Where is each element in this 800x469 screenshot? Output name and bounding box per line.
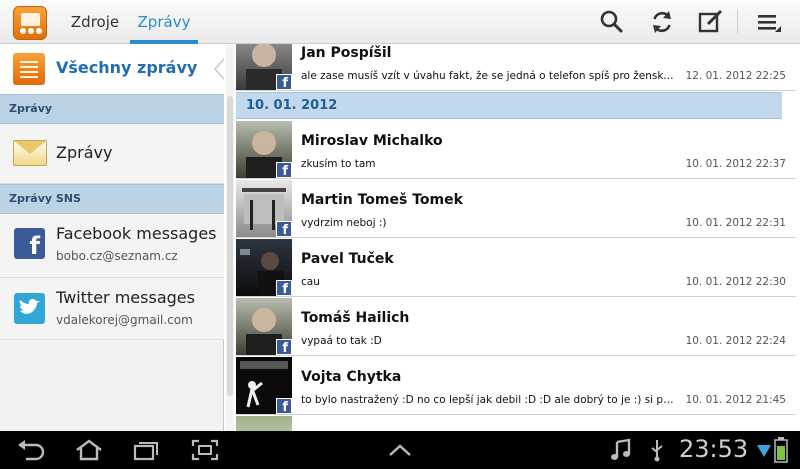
section-header-zpravy: Zprávy: [0, 94, 224, 124]
sidebar: Všechny zprávy Zprávy Zprávy Zprávy SNS …: [0, 44, 225, 431]
avatar: f: [236, 298, 292, 355]
recent-apps-icon[interactable]: [132, 438, 162, 466]
sidebar-item-twitter-account: vdalekorej@gmail.com: [56, 313, 193, 327]
facebook-badge-icon: f: [276, 398, 292, 414]
system-bar: 23:53: [0, 431, 800, 469]
message-list-icon: [13, 53, 45, 85]
message-preview: ale zase musíš vzít v úvahu fakt, že se …: [301, 70, 676, 82]
sidebar-item-facebook-account: bobo.cz@seznam.cz: [56, 249, 178, 263]
sidebar-item-facebook-messages[interactable]: f Facebook messages bobo.cz@seznam.cz: [0, 214, 224, 278]
search-icon[interactable]: [598, 8, 626, 36]
message-row[interactable]: f Vojta Chytka to bylo nastražený :D no …: [236, 356, 796, 415]
sidebar-item-all-messages-label: Všechny zprávy: [56, 58, 198, 77]
message-sender: Martin Tomeš Tomek: [301, 192, 463, 208]
tab-zdroje[interactable]: Zdroje: [60, 0, 130, 44]
avatar: [236, 416, 292, 431]
message-preview: zkusím to tam: [301, 158, 376, 170]
refresh-icon[interactable]: [648, 8, 676, 36]
twitter-icon: [14, 293, 45, 324]
section-header-zpravy-sns: Zprávy SNS: [0, 184, 224, 214]
sidebar-item-zpravy-label: Zprávy: [56, 143, 113, 162]
message-row[interactable]: f Miroslav Michalko zkusím to tam 10. 01…: [236, 120, 796, 179]
tab-zpravy-label: Zprávy: [137, 13, 191, 31]
avatar: f: [236, 357, 292, 414]
facebook-badge-icon: f: [276, 221, 292, 237]
message-time: 10. 01. 2012 22:24: [685, 335, 786, 347]
up-arrow-icon[interactable]: [386, 441, 414, 463]
avatar: f: [236, 239, 292, 296]
sidebar-item-twitter-label: Twitter messages: [56, 288, 195, 307]
avatar: f: [236, 121, 292, 178]
facebook-badge-icon: f: [276, 339, 292, 355]
message-list[interactable]: f Jan Pospíšil ale zase musíš vzít v úva…: [224, 44, 800, 431]
message-time: 10. 01. 2012 22:31: [685, 217, 786, 229]
message-time: 10. 01. 2012 22:30: [685, 276, 786, 288]
overflow-menu-icon[interactable]: [756, 8, 784, 36]
facebook-badge-icon: f: [276, 280, 292, 296]
facebook-badge-icon: f: [276, 162, 292, 178]
message-row[interactable]: f Tomáš Hailich vypaá to tak :D 10. 01. …: [236, 297, 796, 356]
envelope-icon: [13, 140, 47, 166]
message-sender: Vojta Chytka: [301, 369, 402, 385]
message-row[interactable]: [236, 415, 796, 431]
message-row[interactable]: f Martin Tomeš Tomek vydrzim neboj :) 10…: [236, 179, 796, 238]
music-icon: [610, 438, 632, 466]
facebook-icon: f: [14, 228, 45, 259]
sidebar-item-all-messages[interactable]: Všechny zprávy: [0, 44, 225, 94]
back-icon[interactable]: [16, 438, 46, 466]
message-preview: cau: [301, 276, 320, 288]
message-sender: Tomáš Hailich: [301, 310, 410, 326]
message-row[interactable]: f Jan Pospíšil ale zase musíš vzít v úva…: [236, 44, 796, 91]
home-icon[interactable]: [74, 438, 104, 466]
message-sender: Jan Pospíšil: [301, 45, 392, 61]
scrollbar-thumb[interactable]: [227, 96, 233, 396]
message-row[interactable]: f Pavel Tuček cau 10. 01. 2012 22:30: [236, 238, 796, 297]
facebook-badge-icon: f: [276, 74, 292, 90]
message-preview: vydrzim neboj :): [301, 217, 387, 229]
avatar: f: [236, 44, 292, 90]
app-logo-icon[interactable]: [13, 6, 47, 40]
tab-zdroje-label: Zdroje: [70, 13, 120, 31]
status-clock: 23:53: [679, 435, 749, 463]
compose-icon[interactable]: [697, 8, 725, 36]
message-time: 12. 01. 2012 22:25: [685, 70, 786, 82]
message-time: 10. 01. 2012 21:45: [685, 394, 786, 406]
message-time: 10. 01. 2012 22:37: [685, 158, 786, 170]
action-bar-divider: [737, 10, 738, 34]
message-sender: Pavel Tuček: [301, 251, 394, 267]
date-group-header: 10. 01. 2012: [236, 92, 782, 119]
message-sender: Miroslav Michalko: [301, 133, 443, 149]
avatar: f: [236, 180, 292, 237]
battery-icon: [774, 437, 788, 467]
sidebar-item-facebook-label: Facebook messages: [56, 224, 217, 243]
usb-icon: [649, 438, 665, 466]
screenshot-icon[interactable]: [190, 438, 220, 466]
message-preview: to bylo nastražený :D no co lepší jak de…: [301, 394, 676, 406]
tab-zpravy[interactable]: Zprávy: [130, 0, 198, 44]
message-preview: vypaá to tak :D: [301, 335, 382, 347]
action-bar: Zdroje Zprávy: [0, 0, 800, 44]
sidebar-item-twitter-messages[interactable]: Twitter messages vdalekorej@gmail.com: [0, 278, 224, 340]
sidebar-item-zpravy[interactable]: Zprávy: [0, 124, 224, 184]
wifi-icon: [756, 441, 772, 465]
